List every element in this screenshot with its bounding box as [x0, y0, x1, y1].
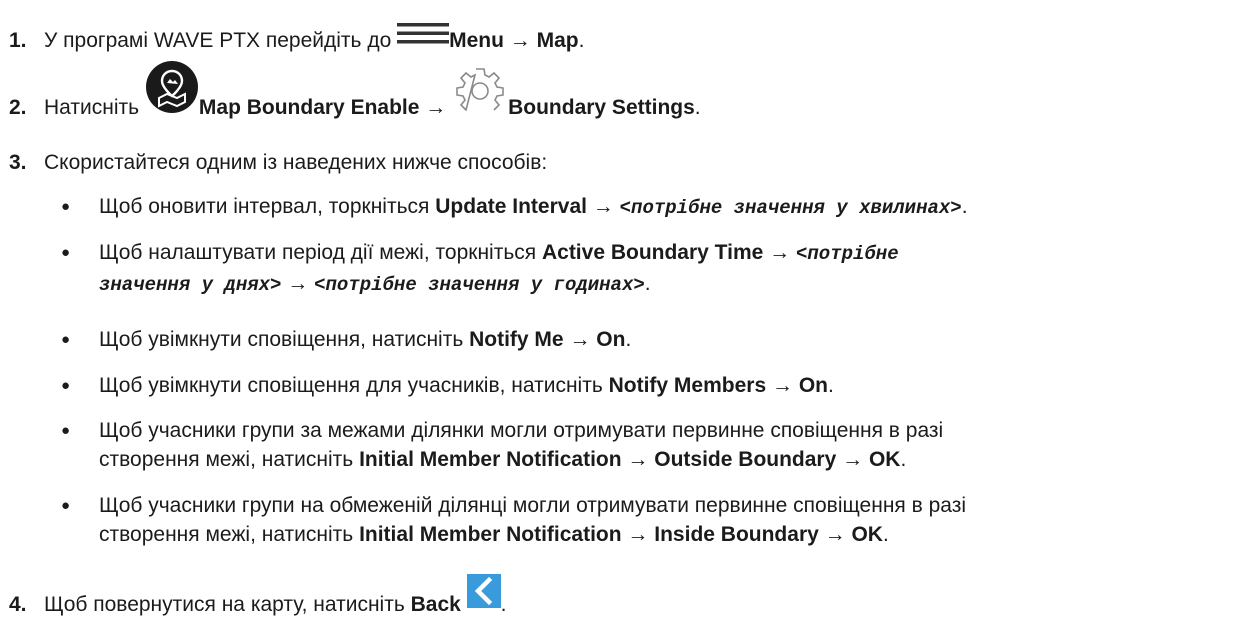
bullet-marker: ● — [61, 497, 71, 514]
value-placeholder: <потрібне — [795, 243, 899, 265]
map-boundary-icon — [145, 60, 199, 114]
ok-label: OK — [851, 523, 883, 546]
on-label: On — [798, 374, 828, 397]
active-boundary-time-label: Active Boundary Time — [541, 241, 764, 264]
value-placeholder: <потрібне значення у годинах> — [314, 274, 645, 296]
notify-me-label: Notify Me — [469, 328, 564, 351]
gear-icon — [452, 67, 508, 113]
step-number: 4. — [9, 593, 27, 616]
outside-boundary-label: Outside Boundary — [654, 448, 837, 471]
initial-member-notification-label: Initial Member Notification — [359, 523, 622, 546]
bullet-marker: ● — [61, 377, 71, 394]
back-label: Back — [410, 593, 461, 616]
step-number: 2. — [9, 96, 27, 119]
initial-member-notification-label: Initial Member Notification — [359, 448, 622, 471]
step-number: 3. — [9, 151, 27, 174]
value-placeholder: <потрібне значення у хвилинах> — [619, 197, 962, 219]
step-text: У програмі WAVE PTX перейдіть до Menu → … — [44, 23, 584, 54]
step-number: 1. — [9, 29, 27, 52]
value-placeholder: значення у днях> — [99, 274, 282, 296]
step-text: Скористайтеся одним із наведених нижче с… — [44, 151, 548, 174]
boundary-settings-label: Boundary Settings — [508, 96, 695, 119]
step-text: Щоб повернутися на карту, натисніть Back… — [44, 574, 507, 618]
menu-label: Menu — [449, 29, 504, 52]
hamburger-menu-icon — [397, 23, 450, 45]
bullet-marker: ● — [61, 422, 71, 439]
step-text: Натисніть Map Boundary Enable → Boundary… — [44, 61, 701, 121]
notify-members-label: Notify Members — [608, 374, 767, 397]
map-label: Map — [536, 29, 579, 52]
inside-boundary-label: Inside Boundary — [654, 523, 819, 546]
instruction-page: { "steps": { "s1": { "number": "1.", "be… — [0, 0, 1257, 629]
update-interval-label: Update Interval — [435, 195, 587, 218]
back-chevron-icon — [466, 574, 501, 609]
bullet-marker: ● — [61, 198, 71, 215]
map-boundary-enable-label: Map Boundary Enable — [198, 96, 420, 119]
ok-label: OK — [868, 448, 901, 471]
bullet-marker: ● — [61, 331, 71, 348]
on-label: On — [596, 328, 626, 351]
bullet-marker: ● — [61, 244, 71, 261]
